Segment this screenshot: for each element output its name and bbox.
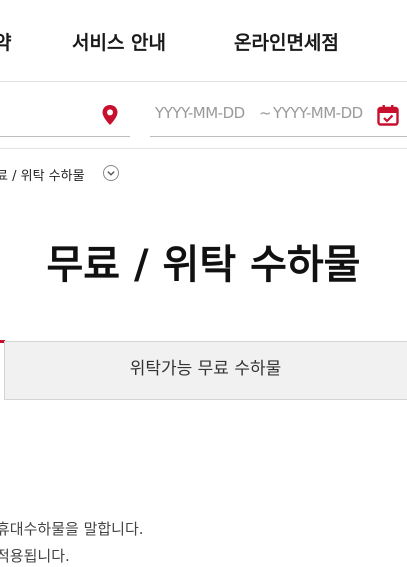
- breadcrumb-chevron-down-icon[interactable]: [103, 165, 119, 181]
- nav-divider: [0, 81, 407, 82]
- location-input[interactable]: [0, 98, 95, 132]
- date-input-underline: [150, 136, 407, 137]
- date-range-separator: ~: [259, 104, 272, 122]
- breadcrumb-current: 료 / 위탁 수하물: [0, 169, 85, 184]
- location-pin-icon[interactable]: [101, 104, 119, 126]
- date-start-input[interactable]: YYYY-MM-DD: [155, 104, 245, 122]
- page-title: 무료 / 위탁 수하물: [46, 242, 361, 288]
- nav-item-service-info[interactable]: 서비스 안내: [72, 28, 166, 55]
- content-line-1: 휴대수하물을 말합니다.: [0, 520, 144, 538]
- tab-checked-free-baggage-label: 위탁가능 무료 수하물: [129, 359, 282, 379]
- content-line-2: 적용됩니다.: [0, 547, 70, 565]
- nav-item-reservation[interactable]: 약: [0, 28, 11, 55]
- location-input-underline: [0, 136, 130, 137]
- date-end-input[interactable]: YYYY-MM-DD: [273, 104, 363, 122]
- calendar-icon[interactable]: [377, 104, 399, 126]
- search-divider: [0, 148, 407, 149]
- nav-item-online-duty-free[interactable]: 온라인면세점: [234, 28, 339, 55]
